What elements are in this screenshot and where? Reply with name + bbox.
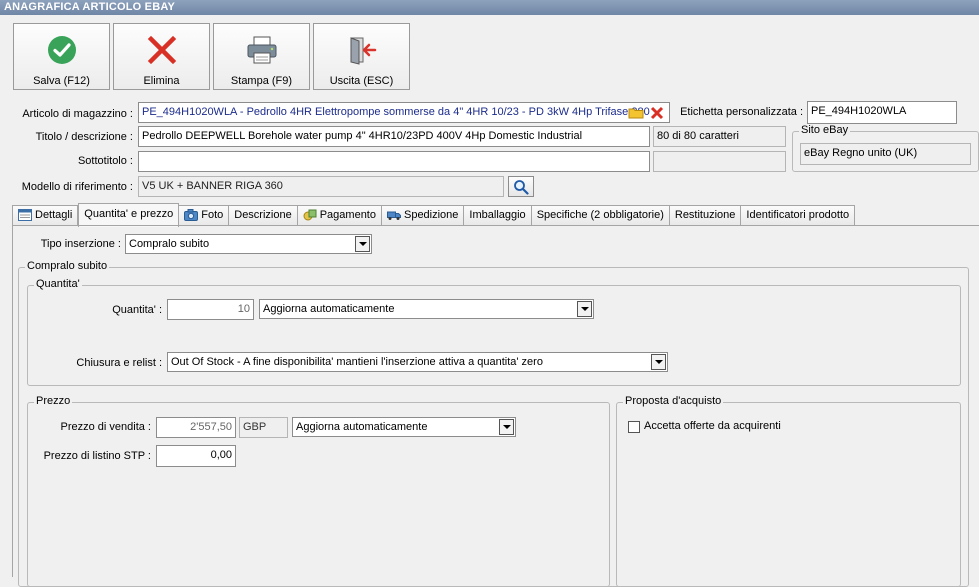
currency-field: GBP xyxy=(239,417,288,438)
magnifier-icon xyxy=(514,179,529,195)
save-button[interactable]: Salva (F12) xyxy=(13,23,110,90)
article-value: PE_494H1020WLA - Pedrollo 4HR Elettropom… xyxy=(142,106,650,118)
tab-identificatori[interactable]: Identificatori prodotto xyxy=(741,205,856,226)
window-title: ANAGRAFICA ARTICOLO EBAY xyxy=(0,0,979,15)
tab-bar: Dettagli Quantita' e prezzo Foto Descriz… xyxy=(12,203,856,227)
tab-quantita-prezzo-label: Quantita' e prezzo xyxy=(84,208,174,220)
tab-quantita-prezzo[interactable]: Quantita' e prezzo xyxy=(78,203,180,227)
close-relist-value: Out Of Stock - A fine disponibilita' man… xyxy=(171,356,543,368)
tab-pagamento-label: Pagamento xyxy=(319,209,376,221)
tab-imballaggio-label: Imballaggio xyxy=(469,209,526,221)
subtitle-label: Sottotitolo : xyxy=(77,155,133,167)
accept-offers-label[interactable]: Accetta offerte da acquirenti xyxy=(644,420,781,432)
delete-button-label: Elimina xyxy=(143,75,180,87)
listing-type-value: Compralo subito xyxy=(129,238,210,250)
sale-price-value: 2'557,50 xyxy=(190,421,232,433)
close-relist-label: Chiusura e relist : xyxy=(76,357,162,369)
exit-button[interactable]: Uscita (ESC) xyxy=(313,23,410,90)
model-search-button[interactable] xyxy=(508,176,534,197)
details-icon xyxy=(18,209,32,221)
clear-x-icon[interactable] xyxy=(650,106,664,120)
tab-imballaggio[interactable]: Imballaggio xyxy=(464,205,532,226)
char-counter: 80 di 80 caratteri xyxy=(653,126,786,147)
offer-group-title: Proposta d'acquisto xyxy=(623,395,724,407)
check-circle-icon xyxy=(47,36,76,64)
quantity-field[interactable]: 10 xyxy=(167,299,254,320)
price-mode-value: Aggiorna automaticamente xyxy=(296,421,428,433)
tab-restituzione[interactable]: Restituzione xyxy=(669,205,742,226)
chevron-down-icon[interactable] xyxy=(651,354,666,370)
list-price-value: 0,00 xyxy=(210,449,232,461)
tab-descrizione[interactable]: Descrizione xyxy=(229,205,298,226)
save-button-label: Salva (F12) xyxy=(33,75,90,87)
tab-spedizione[interactable]: Spedizione xyxy=(381,205,465,226)
article-field[interactable]: PE_494H1020WLA - Pedrollo 4HR Elettropom… xyxy=(138,102,670,123)
quantity-mode-select[interactable]: Aggiorna automaticamente xyxy=(259,299,594,319)
custom-label-label: Etichetta personalizzata : xyxy=(680,106,803,118)
quantity-label: Quantita' : xyxy=(112,304,162,316)
tab-foto[interactable]: Foto xyxy=(179,205,230,226)
ebay-site-value: eBay Regno unito (UK) xyxy=(804,147,918,159)
listing-type-label: Tipo inserzione : xyxy=(40,238,121,250)
chevron-down-icon[interactable] xyxy=(577,301,592,317)
delete-button[interactable]: Elimina xyxy=(113,23,210,90)
quantity-group-title: Quantita' xyxy=(34,278,82,290)
camera-icon xyxy=(184,209,199,221)
subtitle-field[interactable] xyxy=(138,151,650,172)
list-price-field[interactable]: 0,00 xyxy=(156,445,236,467)
title-field[interactable]: Pedrollo DEEPWELL Borehole water pump 4"… xyxy=(138,126,650,147)
payment-icon xyxy=(303,209,317,221)
tab-pagamento[interactable]: Pagamento xyxy=(297,205,382,226)
model-value: V5 UK + BANNER RIGA 360 xyxy=(142,180,283,192)
article-label: Articolo di magazzino : xyxy=(22,108,133,120)
quantity-value: 10 xyxy=(237,303,250,315)
subtitle-char-counter xyxy=(653,151,786,172)
tab-dettagli-label: Dettagli xyxy=(35,209,73,221)
ebay-site-field: eBay Regno unito (UK) xyxy=(800,143,971,165)
sale-price-label: Prezzo di vendita : xyxy=(60,421,152,433)
tab-identificatori-label: Identificatori prodotto xyxy=(746,209,850,221)
char-counter-text: 80 di 80 caratteri xyxy=(657,130,739,142)
title-label: Titolo / descrizione : xyxy=(35,131,133,143)
close-relist-select[interactable]: Out Of Stock - A fine disponibilita' man… xyxy=(167,352,668,372)
tab-specifiche[interactable]: Specifiche (2 obbligatorie) xyxy=(531,205,670,226)
custom-label-value: PE_494H1020WLA xyxy=(811,105,907,117)
listing-type-select[interactable]: Compralo subito xyxy=(125,234,372,254)
sale-price-field[interactable]: 2'557,50 xyxy=(156,417,236,438)
accept-offers-checkbox[interactable] xyxy=(628,421,640,433)
quantity-mode-value: Aggiorna automaticamente xyxy=(263,303,395,315)
custom-label-field[interactable]: PE_494H1020WLA xyxy=(807,101,957,124)
tab-spedizione-label: Spedizione xyxy=(403,209,459,221)
folder-icon[interactable] xyxy=(628,107,644,119)
printer-icon xyxy=(247,36,276,64)
truck-icon xyxy=(386,211,401,220)
chevron-down-icon[interactable] xyxy=(499,419,514,435)
list-price-label: Prezzo di listino STP : xyxy=(43,450,151,462)
title-value: Pedrollo DEEPWELL Borehole water pump 4"… xyxy=(142,130,583,142)
tab-restituzione-label: Restituzione xyxy=(674,209,736,221)
price-group-title: Prezzo xyxy=(34,395,73,407)
price-mode-select[interactable]: Aggiorna automaticamente xyxy=(292,417,516,437)
chevron-down-icon[interactable] xyxy=(355,236,370,252)
exit-door-icon xyxy=(350,37,376,65)
print-button-label: Stampa (F9) xyxy=(230,75,293,87)
tab-dettagli[interactable]: Dettagli xyxy=(12,205,79,226)
model-field[interactable]: V5 UK + BANNER RIGA 360 xyxy=(138,176,504,197)
tab-descrizione-label: Descrizione xyxy=(234,209,292,221)
delete-x-icon xyxy=(147,35,176,65)
print-button[interactable]: Stampa (F9) xyxy=(213,23,310,90)
tab-foto-label: Foto xyxy=(201,209,224,221)
model-label: Modello di riferimento : xyxy=(21,181,133,193)
buy-now-group-title: Compralo subito xyxy=(25,260,110,272)
exit-button-label: Uscita (ESC) xyxy=(329,75,394,87)
currency-value: GBP xyxy=(243,421,267,433)
tab-specifiche-label: Specifiche (2 obbligatorie) xyxy=(536,209,664,221)
ebay-site-group-title: Sito eBay xyxy=(799,124,851,136)
